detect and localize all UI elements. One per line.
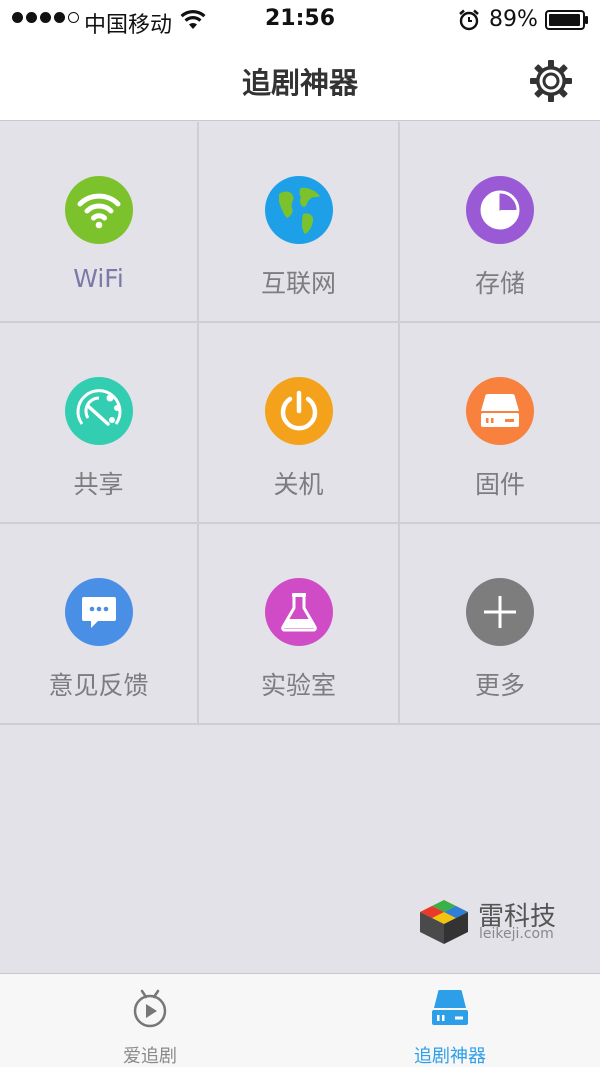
grid-item-label: 意见反馈 — [48, 671, 149, 700]
leikeji-logo-icon — [420, 900, 468, 944]
grid-item-label: 固件 — [474, 470, 525, 499]
gear-icon[interactable] — [528, 58, 574, 104]
grid-item-feedback[interactable]: 意见反馈 — [0, 524, 199, 725]
grid-item-internet[interactable]: 互联网 — [199, 122, 400, 323]
alarm-icon — [459, 9, 479, 31]
battery-icon — [545, 10, 588, 30]
feature-grid: WiFi 互联网 存储 共享 关机 固件 意见反馈 实验室 更多 — [0, 122, 600, 725]
leikeji-watermark: 雷科技 leikeji.com — [418, 896, 568, 946]
grid-item-label: 存储 — [474, 269, 525, 298]
nav-bar: 追剧神器 — [0, 40, 600, 121]
battery-percent: 89% — [489, 7, 538, 32]
drive-icon — [432, 990, 468, 1025]
grid-item-label: 共享 — [73, 470, 124, 499]
grid-item-label: WiFi — [73, 264, 124, 293]
tab-label: 爱追剧 — [123, 1046, 177, 1067]
tab-bar: 爱追剧 追剧神器 — [0, 973, 600, 1067]
grid-item-more[interactable]: 更多 — [400, 524, 600, 725]
tv-play-icon — [133, 989, 167, 1028]
power-icon — [264, 377, 333, 445]
tab-aizhuiju[interactable]: 爱追剧 — [75, 974, 225, 1067]
grid-item-label: 互联网 — [260, 269, 336, 298]
grid-item-wifi[interactable]: WiFi — [0, 122, 199, 323]
share-dial-icon — [64, 377, 133, 445]
plus-icon — [466, 578, 534, 646]
grid-item-share[interactable]: 共享 — [0, 323, 199, 524]
grid-item-label: 更多 — [474, 671, 525, 700]
chat-bubble-icon — [64, 578, 133, 646]
grid-item-lab[interactable]: 实验室 — [199, 524, 400, 725]
tab-label: 追剧神器 — [414, 1046, 486, 1067]
flask-icon — [264, 578, 333, 646]
pie-chart-icon — [466, 176, 534, 244]
grid-item-power-off[interactable]: 关机 — [199, 323, 400, 524]
globe-icon — [264, 176, 333, 244]
grid-item-label: 关机 — [273, 470, 324, 499]
grid-item-firmware[interactable]: 固件 — [400, 323, 600, 524]
grid-item-label: 实验室 — [260, 671, 336, 700]
page-title: 追剧神器 — [241, 66, 358, 100]
hard-drive-icon — [466, 377, 534, 445]
grid-item-storage[interactable]: 存储 — [400, 122, 600, 323]
status-bar: 中国移动 21:56 89% — [0, 0, 600, 40]
wifi-icon — [64, 176, 133, 244]
watermark-url: leikeji.com — [479, 926, 554, 942]
tab-zhuijushenqi[interactable]: 追剧神器 — [375, 974, 525, 1067]
